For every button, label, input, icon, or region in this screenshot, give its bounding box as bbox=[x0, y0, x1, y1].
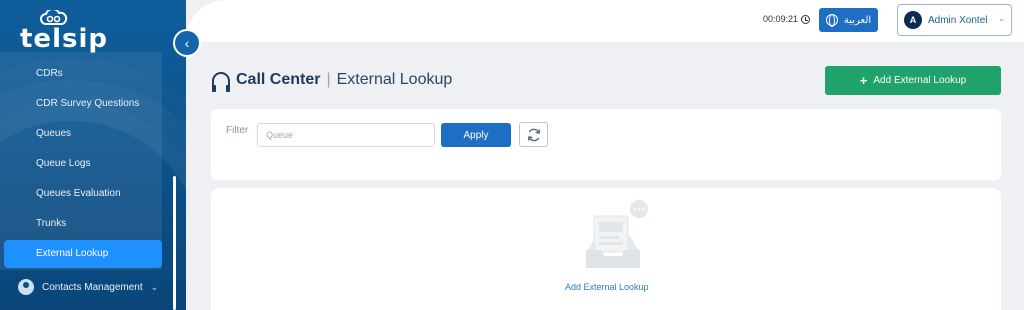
sidebar-item-trunks[interactable]: Trunks bbox=[4, 210, 162, 238]
empty-inbox-icon bbox=[586, 200, 648, 268]
chevron-down-icon: ⌄ bbox=[998, 14, 1005, 23]
brand-logo[interactable]: telsip bbox=[18, 8, 107, 54]
sidebar-item-cdr-survey-questions[interactable]: CDR Survey Questions bbox=[4, 90, 162, 118]
empty-state-add-link[interactable]: Add External Lookup bbox=[565, 282, 649, 292]
user-menu-button[interactable]: A Admin Xontel ⌄ bbox=[897, 4, 1012, 36]
queue-filter-input[interactable] bbox=[257, 123, 435, 147]
sidebar-scrollbar[interactable] bbox=[173, 176, 176, 310]
refresh-icon bbox=[527, 128, 540, 141]
session-timer: 00:09:21 bbox=[763, 14, 811, 24]
logo-text: telsip bbox=[20, 24, 108, 54]
page-title: Call Center | External Lookup bbox=[212, 71, 453, 92]
language-label: العربية bbox=[843, 14, 872, 26]
globe-icon bbox=[825, 14, 838, 27]
breadcrumb-separator: | bbox=[326, 71, 331, 88]
apply-button[interactable]: Apply bbox=[441, 123, 511, 147]
add-button-label: Add External Lookup bbox=[873, 75, 967, 86]
sidebar-collapse-button[interactable]: ‹ bbox=[173, 29, 201, 57]
sidebar-item-cdrs[interactable]: CDRs bbox=[4, 60, 162, 88]
sidebar-item-queues-evaluation[interactable]: Queues Evaluation bbox=[4, 180, 162, 208]
user-circle-icon bbox=[18, 279, 34, 295]
language-button[interactable]: العربية bbox=[819, 8, 878, 32]
sidebar-submenu: CDRs CDR Survey Questions Queues Queue L… bbox=[0, 52, 162, 270]
refresh-button[interactable] bbox=[519, 122, 548, 147]
headset-icon bbox=[212, 72, 230, 92]
plus-icon: + bbox=[859, 73, 868, 88]
sidebar-group-contacts-management[interactable]: Contacts Management ⌄ bbox=[18, 276, 158, 298]
sidebar-item-external-lookup[interactable]: External Lookup bbox=[4, 240, 162, 268]
sidebar-group-label: Contacts Management bbox=[42, 281, 143, 293]
sidebar-item-queue-logs[interactable]: Queue Logs bbox=[4, 150, 162, 178]
chevron-left-icon: ‹ bbox=[184, 35, 190, 51]
sidebar-item-queues[interactable]: Queues bbox=[4, 120, 162, 148]
add-external-lookup-button[interactable]: + Add External Lookup bbox=[825, 66, 1001, 95]
user-name: Admin Xontel bbox=[928, 14, 988, 26]
breadcrumb-section: Call Center bbox=[236, 71, 321, 88]
chevron-down-icon: ⌄ bbox=[150, 281, 159, 292]
timer-value: 00:09:21 bbox=[763, 14, 799, 24]
filter-label: Filter bbox=[226, 125, 249, 136]
clock-icon bbox=[801, 14, 811, 24]
sidebar: telsip CDRs CDR Survey Questions Queues … bbox=[0, 0, 186, 310]
avatar: A bbox=[904, 11, 922, 29]
breadcrumb-page: External Lookup bbox=[336, 71, 453, 88]
